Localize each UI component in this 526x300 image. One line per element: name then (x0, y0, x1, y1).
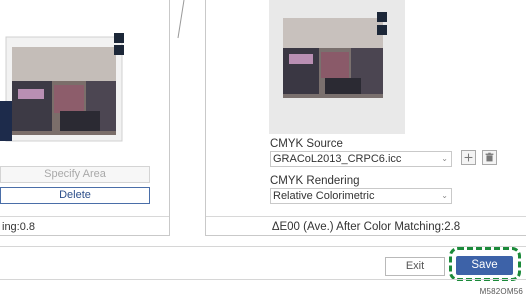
cmyk-rendering-select[interactable]: Relative Colorimetric ⌄ (270, 188, 452, 204)
footer-divider (0, 246, 526, 247)
right-preview-image (269, 0, 405, 134)
panel-divider-arrow (177, 0, 185, 39)
right-status-text: ΔE00 (Ave.) After Color Matching:2.8 (206, 216, 526, 236)
exit-button[interactable]: Exit (385, 257, 445, 276)
chevron-down-icon: ⌄ (441, 191, 448, 200)
left-preview-panel: Specify Area Delete ing:0.8 (0, 0, 170, 236)
left-status-text: ing:0.8 (0, 216, 169, 236)
trash-icon[interactable] (482, 150, 497, 165)
color-matching-dialog: Specify Area Delete ing:0.8 CMYK Source … (0, 0, 526, 300)
save-button[interactable]: Save (456, 256, 513, 275)
cmyk-rendering-label: CMYK Rendering (270, 175, 360, 187)
chevron-down-icon: ⌄ (441, 154, 448, 163)
cmyk-source-select[interactable]: GRACoL2013_CRPC6.icc ⌄ (270, 151, 452, 167)
delete-button[interactable]: Delete (0, 187, 150, 204)
specify-area-button[interactable]: Specify Area (0, 166, 150, 183)
cmyk-source-label: CMYK Source (270, 138, 343, 150)
figure-id: M582OM56 (479, 287, 523, 296)
left-preview-image (0, 15, 132, 147)
right-preview-panel: CMYK Source GRACoL2013_CRPC6.icc ⌄ CMYK … (205, 0, 526, 236)
footer-bottom-divider (0, 279, 526, 280)
cmyk-rendering-value: Relative Colorimetric (273, 190, 375, 202)
plus-icon[interactable] (461, 150, 476, 165)
cmyk-source-value: GRACoL2013_CRPC6.icc (273, 153, 402, 165)
